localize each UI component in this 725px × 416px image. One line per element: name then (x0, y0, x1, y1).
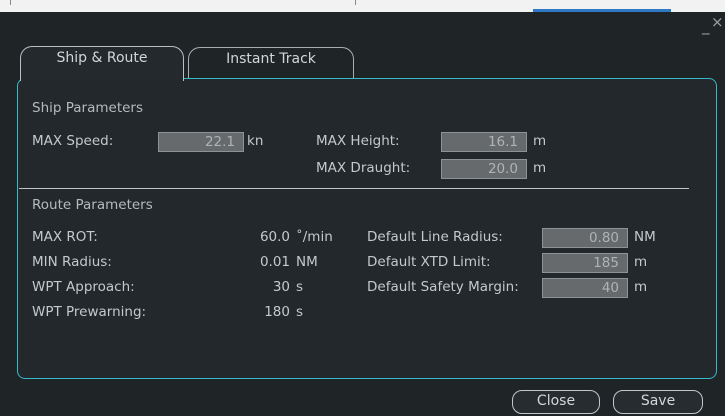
wpt-prewarning-value: 180 (264, 304, 290, 320)
max-rot-value: 60.0 (259, 229, 290, 245)
min-radius-unit: NM (296, 254, 318, 270)
default-xtd-limit-unit: m (634, 254, 648, 270)
max-rot-label: MAX ROT: (32, 229, 98, 245)
default-safety-margin-label: Default Safety Margin: (367, 279, 519, 295)
max-speed-label: MAX Speed: (32, 133, 114, 149)
close-icon[interactable]: × (711, 12, 724, 32)
max-height-field[interactable]: 16.1 (441, 132, 527, 152)
top-strip (0, 0, 725, 12)
section-divider (19, 188, 689, 189)
default-xtd-limit-label: Default XTD Limit: (367, 254, 491, 270)
max-speed-unit: kn (247, 133, 264, 149)
max-draught-unit: m (533, 160, 547, 176)
default-safety-margin-field[interactable]: 40 (542, 278, 628, 298)
strip-tick (10, 0, 11, 5)
default-xtd-limit-field[interactable]: 185 (542, 253, 628, 273)
close-button[interactable]: Close (512, 390, 600, 414)
max-rot-unit: ˚/min (296, 229, 333, 245)
max-speed-field[interactable]: 22.1 (158, 132, 244, 152)
ship-parameters-heading: Ship Parameters (32, 100, 144, 116)
default-line-radius-label: Default Line Radius: (367, 229, 503, 245)
min-radius-value: 0.01 (259, 254, 290, 270)
save-button[interactable]: Save (613, 390, 703, 414)
max-height-label: MAX Height: (316, 133, 400, 149)
min-radius-label: MIN Radius: (32, 254, 112, 270)
max-draught-field[interactable]: 20.0 (441, 159, 527, 179)
max-draught-label: MAX Draught: (316, 160, 411, 176)
tab-instant-track[interactable]: Instant Track (188, 47, 354, 78)
tab-ship-route[interactable]: Ship & Route (20, 46, 184, 81)
wpt-prewarning-unit: s (296, 304, 304, 320)
wpt-approach-value: 30 (272, 279, 290, 295)
default-safety-margin-unit: m (634, 279, 648, 295)
strip-tick (355, 0, 356, 5)
wpt-approach-unit: s (296, 279, 304, 295)
max-height-unit: m (533, 133, 547, 149)
default-line-radius-field[interactable]: 0.80 (542, 228, 628, 248)
minimize-icon[interactable]: _ (702, 16, 710, 36)
wpt-prewarning-label: WPT Prewarning: (32, 304, 147, 320)
route-parameters-heading: Route Parameters (32, 197, 153, 213)
wpt-approach-label: WPT Approach: (32, 279, 135, 295)
default-line-radius-unit: NM (634, 229, 656, 245)
